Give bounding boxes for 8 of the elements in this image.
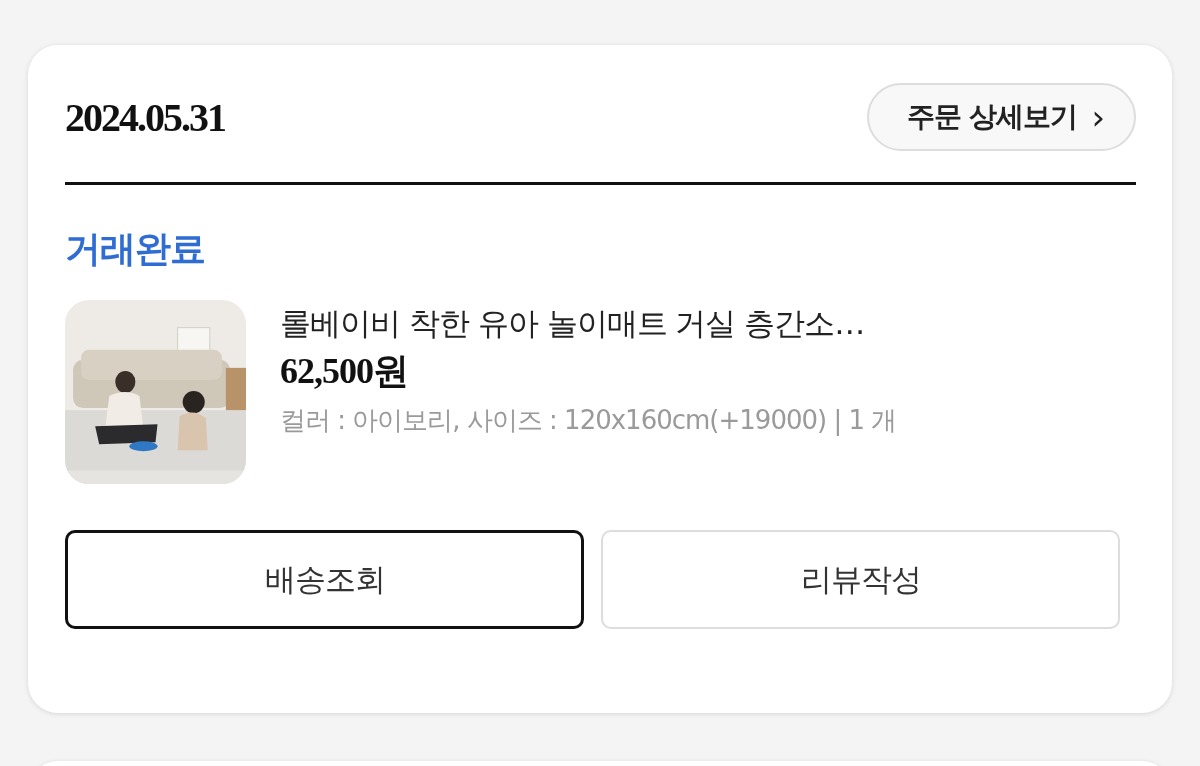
product-title[interactable]: 롤베이비 착한 유아 놀이매트 거실 층간소… bbox=[280, 300, 897, 346]
product-options: 컬러 : 아이보리, 사이즈 : 120x160cm(+19000) | 1 개 bbox=[280, 396, 897, 444]
order-detail-button[interactable]: 주문 상세보기 › bbox=[866, 83, 1136, 151]
order-status: 거래완료 bbox=[65, 227, 206, 271]
order-date: 2024.05.31 bbox=[65, 93, 225, 141]
action-button[interactable]: 배송조회 bbox=[65, 530, 584, 629]
product-price: 62,500원 bbox=[280, 350, 409, 393]
action-button[interactable]: 리뷰작성 bbox=[601, 530, 1120, 629]
